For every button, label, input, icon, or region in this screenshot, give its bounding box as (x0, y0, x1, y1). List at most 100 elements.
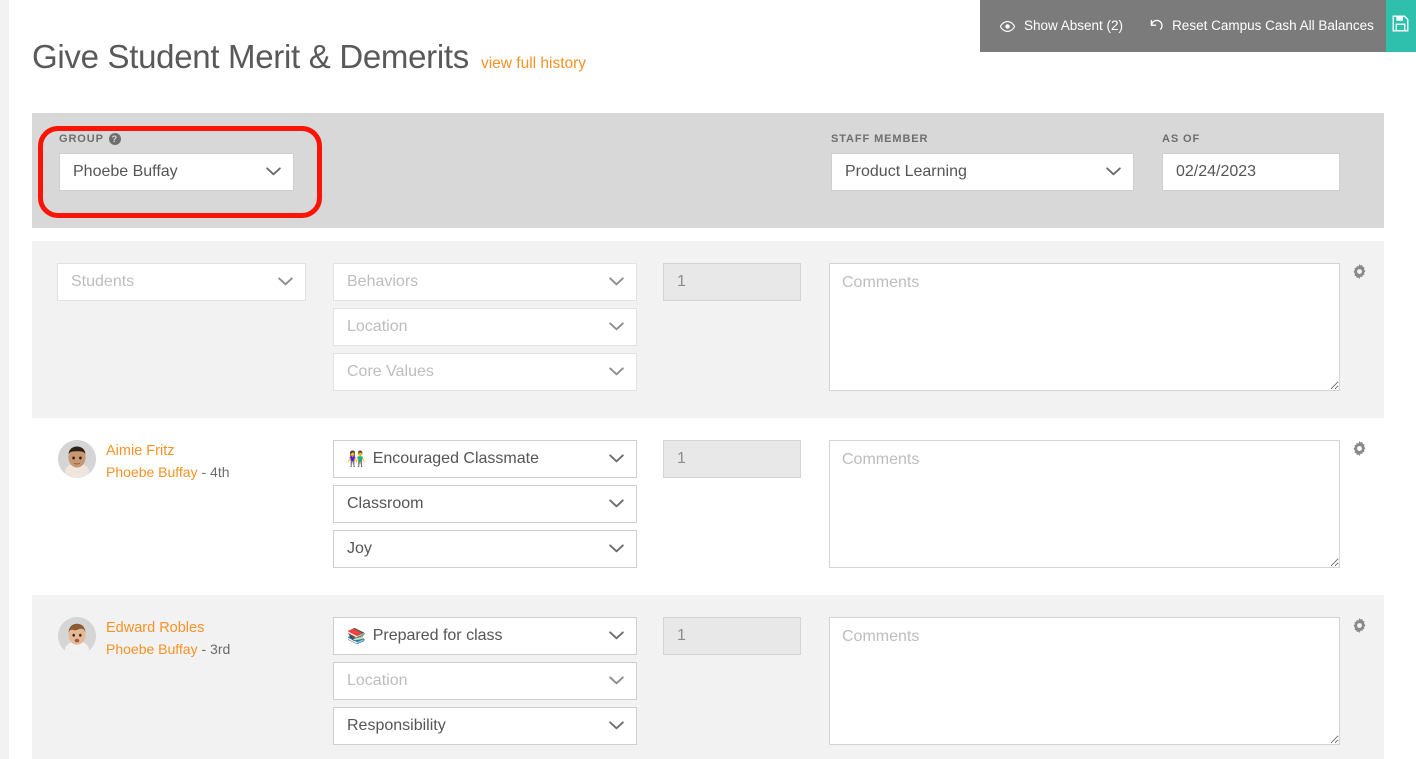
chevron-down-icon (609, 540, 624, 558)
location-select[interactable]: Location (333, 662, 637, 700)
core-values-select-placeholder: Core Values (347, 363, 434, 380)
undo-icon (1149, 19, 1163, 33)
staff-member-select[interactable]: Product Learning (831, 153, 1134, 191)
reset-campus-cash-label: Reset Campus Cash All Balances (1172, 18, 1374, 34)
student-rows: Students Behaviors Location Core Values … (32, 241, 1384, 759)
avatar (58, 440, 96, 478)
student-name-link[interactable]: Edward Robles (106, 618, 230, 639)
comments-cell (829, 263, 1384, 396)
reset-campus-cash-button[interactable]: Reset Campus Cash All Balances (1149, 19, 1374, 33)
behavior-select[interactable]: 👫 Encouraged Classmate (333, 440, 637, 478)
group-label: GROUP (59, 133, 104, 145)
view-full-history-link[interactable]: view full history (481, 55, 586, 73)
floppy-disk-icon (1392, 15, 1409, 37)
student-group-link[interactable]: Phoebe Buffay (106, 641, 198, 657)
gear-icon[interactable] (1352, 264, 1367, 284)
chevron-down-icon (1106, 163, 1121, 181)
chevron-down-icon (609, 318, 624, 336)
comments-textarea[interactable] (829, 617, 1340, 745)
count-cell (663, 440, 829, 478)
chevron-down-icon (609, 273, 624, 291)
as-of-filter: AS OF (1162, 133, 1340, 191)
behavior-select[interactable]: Behaviors (333, 263, 637, 301)
behavior-select[interactable]: 📚 Prepared for class (333, 617, 637, 655)
staff-member-label: STAFF MEMBER (831, 133, 929, 145)
student-name-link[interactable]: Aimie Fritz (106, 441, 230, 462)
chevron-down-icon (609, 363, 624, 381)
student-group-grade: Phoebe Buffay - 4th (106, 462, 230, 482)
staff-member-filter: STAFF MEMBER Product Learning (831, 133, 1134, 191)
gear-icon[interactable] (1352, 441, 1367, 461)
show-absent-button[interactable]: Show Absent (2) (1000, 19, 1123, 33)
student-cell: Edward Robles Phoebe Buffay - 3rd (32, 617, 333, 659)
student-grade: - 4th (201, 464, 230, 481)
core-values-select-value: Joy (347, 540, 372, 557)
show-absent-label: Show Absent (2) (1024, 18, 1124, 34)
location-select-placeholder: Location (347, 672, 408, 689)
group-select-value: Phoebe Buffay (73, 163, 178, 180)
location-select[interactable]: Classroom (333, 485, 637, 523)
student-info: Edward Robles Phoebe Buffay - 3rd (106, 617, 230, 659)
behavior-cell: Behaviors Location Core Values (333, 263, 663, 391)
core-values-select[interactable]: Joy (333, 530, 637, 568)
toolbar-actions: Show Absent (2) Reset Campus Cash All Ba… (980, 0, 1386, 52)
chevron-down-icon (609, 672, 624, 690)
chevron-down-icon (609, 717, 624, 735)
core-values-select[interactable]: Core Values (333, 353, 637, 391)
student-info: Aimie Fritz Phoebe Buffay - 4th (106, 440, 230, 482)
as-of-date-input[interactable] (1162, 153, 1340, 191)
student-cell: Students (32, 263, 333, 301)
chevron-down-icon (609, 450, 624, 468)
group-label-wrap: GROUP ? (59, 133, 294, 145)
filter-bar: GROUP ? Phoebe Buffay STAFF MEMBER Produ… (32, 113, 1384, 228)
behavior-select-value: Encouraged Classmate (372, 450, 539, 467)
page-header: Give Student Merit & Demerits view full … (32, 38, 586, 76)
staff-member-select-value: Product Learning (845, 163, 967, 180)
location-select[interactable]: Location (333, 308, 637, 346)
count-cell (663, 617, 829, 655)
count-cell (663, 263, 829, 301)
count-input[interactable] (663, 617, 801, 655)
top-toolbar: Show Absent (2) Reset Campus Cash All Ba… (980, 0, 1416, 52)
page-root: Show Absent (2) Reset Campus Cash All Ba… (0, 0, 1416, 759)
students-select-placeholder: Students (71, 273, 135, 290)
table-row: Edward Robles Phoebe Buffay - 3rd 📚 Prep… (32, 595, 1384, 759)
question-mark-icon[interactable]: ? (108, 133, 121, 145)
as-of-label-wrap: AS OF (1162, 133, 1340, 145)
comments-textarea[interactable] (829, 440, 1340, 568)
comments-cell (829, 617, 1384, 750)
chevron-down-icon (278, 273, 293, 291)
students-select[interactable]: Students (57, 263, 306, 301)
as-of-label: AS OF (1162, 133, 1201, 145)
core-values-select-value: Responsibility (347, 717, 446, 734)
student-group-grade: Phoebe Buffay - 3rd (106, 639, 230, 659)
behavior-emoji-icon: 📚 (347, 628, 366, 645)
avatar (58, 617, 96, 655)
table-row: Aimie Fritz Phoebe Buffay - 4th 👫 Encour… (32, 418, 1384, 595)
gear-icon[interactable] (1352, 618, 1367, 638)
behavior-cell: 👫 Encouraged Classmate Classroom Joy (333, 440, 663, 568)
page-title: Give Student Merit & Demerits (32, 38, 469, 75)
count-input[interactable] (663, 263, 801, 301)
chevron-down-icon (609, 495, 624, 513)
location-select-value: Classroom (347, 495, 424, 512)
behavior-emoji-icon: 👫 (347, 451, 366, 468)
eye-icon (1000, 20, 1015, 32)
behavior-select-placeholder: Behaviors (347, 273, 419, 290)
comments-textarea[interactable] (829, 263, 1340, 391)
chevron-down-icon (266, 163, 281, 181)
location-select-placeholder: Location (347, 318, 408, 335)
staff-label-wrap: STAFF MEMBER (831, 133, 1134, 145)
save-button[interactable] (1385, 0, 1416, 52)
table-row: Students Behaviors Location Core Values … (32, 241, 1384, 418)
chevron-down-icon (609, 627, 624, 645)
behavior-cell: 📚 Prepared for class Location Responsibi… (333, 617, 663, 745)
count-input[interactable] (663, 440, 801, 478)
core-values-select[interactable]: Responsibility (333, 707, 637, 745)
behavior-select-value: Prepared for class (372, 627, 503, 644)
group-filter: GROUP ? Phoebe Buffay (59, 133, 294, 191)
comments-cell (829, 440, 1384, 573)
student-cell: Aimie Fritz Phoebe Buffay - 4th (32, 440, 333, 482)
group-select[interactable]: Phoebe Buffay (59, 153, 294, 191)
student-group-link[interactable]: Phoebe Buffay (106, 464, 198, 480)
